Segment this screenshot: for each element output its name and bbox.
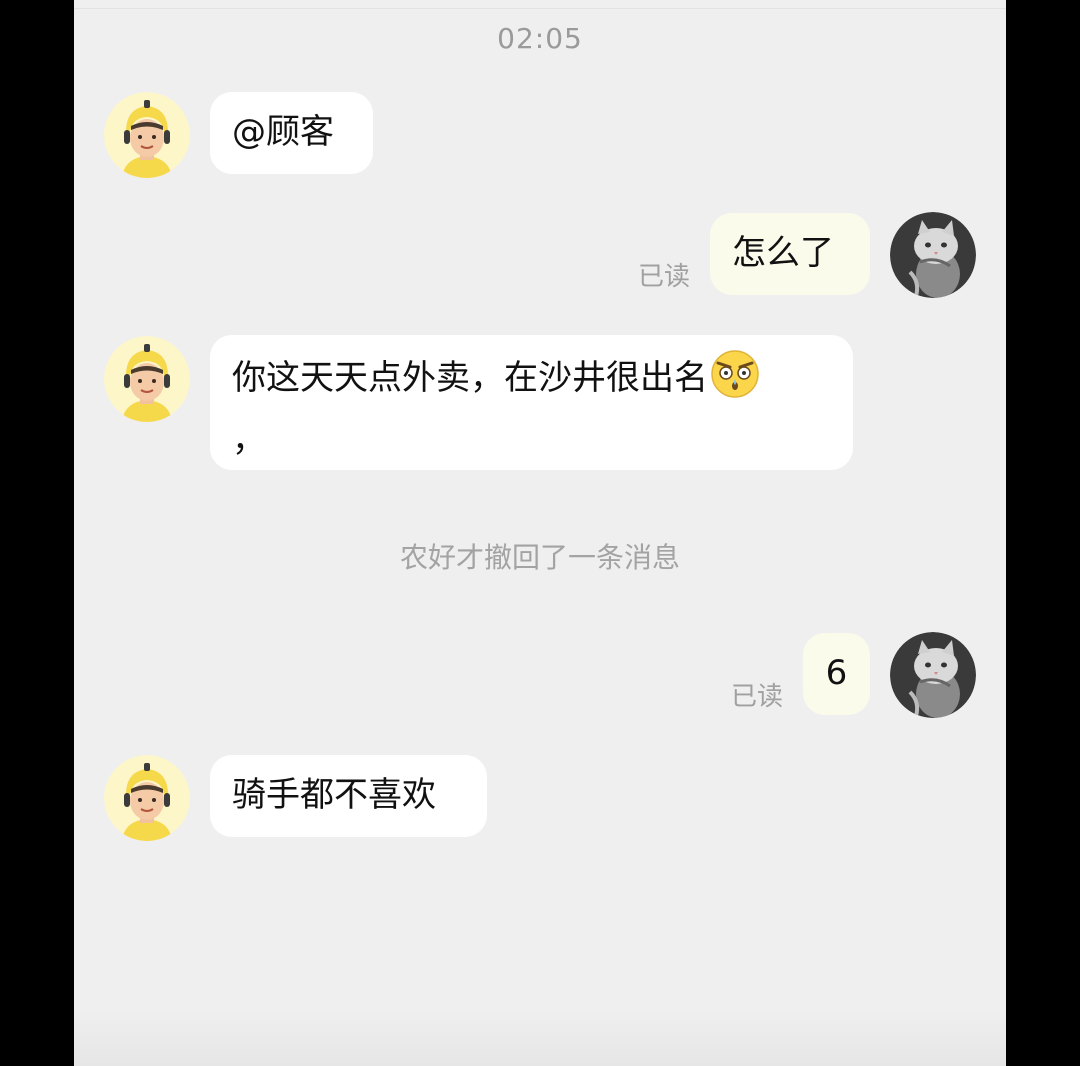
- rider-avatar[interactable]: [104, 92, 190, 178]
- message-bubble[interactable]: 6: [803, 633, 870, 715]
- read-status: 已读: [731, 682, 784, 712]
- message-text: 怎么了: [732, 233, 834, 273]
- message-text: @顾客: [232, 112, 334, 152]
- cat-avatar[interactable]: [890, 212, 976, 298]
- rider-avatar[interactable]: [104, 336, 190, 422]
- bottom-input-area: [74, 1010, 1006, 1066]
- message-timestamp: 02:05: [497, 22, 583, 55]
- message-text: 骑手都不喜欢: [232, 775, 436, 815]
- recall-notice: 农好才撤回了一条消息: [399, 541, 680, 574]
- message-bubble[interactable]: 怎么了: [710, 213, 870, 295]
- rider-avatar[interactable]: [104, 755, 190, 841]
- chat-screen: 02:05 @顾客 已读 怎么了 你这天天点外卖，在沙井很出名 ， 农好才撤回了…: [74, 0, 1006, 1066]
- cat-avatar[interactable]: [890, 632, 976, 718]
- message-bubble[interactable]: @顾客: [210, 92, 373, 174]
- message-text-line2: ，: [232, 420, 266, 460]
- message-text: 你这天天点外卖，在沙井很出名: [232, 358, 708, 398]
- divider: [74, 8, 1006, 9]
- shocked-face-emoji: [710, 349, 760, 414]
- message-bubble[interactable]: 骑手都不喜欢: [210, 755, 487, 837]
- read-status: 已读: [638, 262, 691, 292]
- message-text: 6: [825, 653, 848, 693]
- message-bubble[interactable]: 你这天天点外卖，在沙井很出名 ，: [210, 335, 853, 470]
